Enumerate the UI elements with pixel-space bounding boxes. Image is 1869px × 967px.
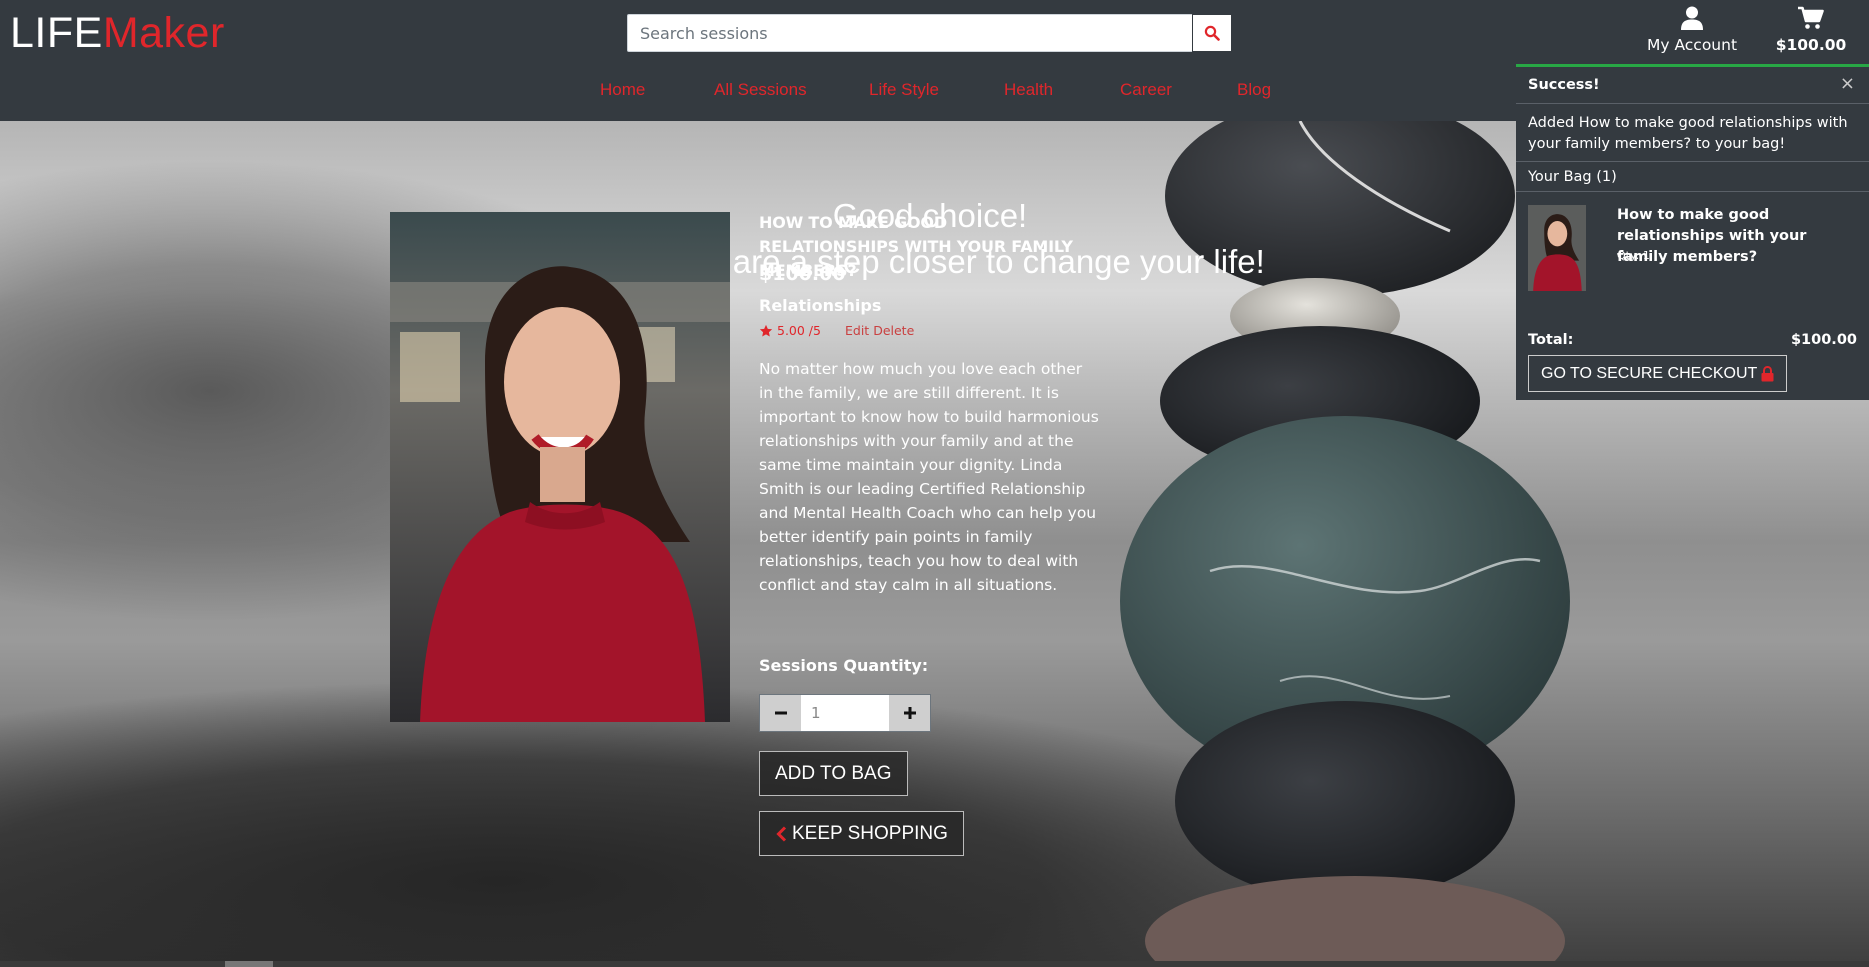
logo-part-maker: Maker	[102, 9, 225, 57]
cart-icon	[1798, 6, 1824, 29]
product-rating: 5.00 /5 Edit Delete	[759, 323, 914, 338]
bag-item-qty: Qty: 1	[1617, 249, 1650, 262]
nav-item-home[interactable]: Home	[600, 80, 645, 100]
minus-icon	[774, 711, 787, 715]
edit-link[interactable]: Edit	[845, 323, 869, 338]
search-button[interactable]	[1192, 14, 1232, 52]
nav-item-blog[interactable]: Blog	[1237, 80, 1271, 100]
bag-total: Total: $100.00	[1528, 332, 1857, 348]
nav-item-all-sessions[interactable]: All Sessions	[714, 80, 807, 100]
product-category[interactable]: Relationships	[759, 296, 881, 315]
quantity-label: Sessions Quantity:	[759, 656, 929, 675]
scrollbar-thumb[interactable]	[225, 961, 273, 967]
bag-total-label: Total:	[1528, 332, 1574, 348]
cart-total: $100.00	[1775, 36, 1847, 54]
quantity-input[interactable]	[801, 695, 889, 731]
nav-item-career[interactable]: Career	[1120, 80, 1172, 100]
success-toast: Success! × Added How to make good relati…	[1516, 64, 1869, 400]
keep-shopping-label: KEEP SHOPPING	[792, 822, 948, 844]
delete-link[interactable]: Delete	[873, 323, 914, 338]
nav-item-life-style[interactable]: Life Style	[869, 80, 939, 100]
bag-item-name: How to make good relationships with your…	[1617, 207, 1807, 265]
my-account-link[interactable]: My Account	[1637, 6, 1747, 54]
bag-item-image	[1528, 205, 1586, 291]
secure-checkout-button[interactable]: GO TO SECURE CHECKOUT	[1528, 355, 1788, 392]
star-icon	[759, 324, 773, 337]
cart-link[interactable]: $100.00	[1772, 6, 1850, 54]
rating-value: 5.00 /5	[777, 323, 821, 338]
add-to-bag-label: ADD TO BAG	[775, 762, 892, 784]
add-to-bag-button[interactable]: ADD TO BAG	[759, 751, 908, 796]
toast-message: Added How to make good relationships wit…	[1516, 104, 1869, 162]
chevron-left-icon	[776, 825, 787, 842]
user-icon	[1681, 6, 1703, 30]
secure-checkout-label: GO TO SECURE CHECKOUT	[1541, 364, 1758, 382]
search-icon	[1204, 25, 1220, 41]
lock-icon	[1761, 365, 1774, 381]
search-input[interactable]	[627, 14, 1192, 52]
decrement-button[interactable]	[760, 695, 801, 731]
toast-bag-label: Your Bag (1)	[1528, 169, 1617, 185]
product-image	[390, 212, 730, 722]
product-price: $100.00	[759, 263, 846, 285]
close-icon[interactable]: ×	[1840, 73, 1855, 94]
search-form	[627, 14, 1232, 52]
toast-header: Success!	[1516, 67, 1869, 104]
plus-icon	[903, 707, 916, 719]
nav-item-health[interactable]: Health	[1004, 80, 1053, 100]
logo-part-life: LIFE	[10, 9, 103, 57]
toast-title: Success!	[1528, 77, 1600, 93]
quantity-stepper	[759, 694, 931, 732]
horizontal-scrollbar[interactable]	[0, 961, 1869, 967]
increment-button[interactable]	[889, 695, 930, 731]
bag-total-value: $100.00	[1790, 332, 1857, 348]
bag-item: How to make good relationships with your…	[1516, 192, 1869, 296]
keep-shopping-button[interactable]: KEEP SHOPPING	[759, 811, 964, 856]
product-description: No matter how much you love each other i…	[759, 360, 1099, 594]
my-account-label: My Account	[1646, 36, 1738, 54]
logo[interactable]: LIFEMaker	[10, 8, 225, 58]
